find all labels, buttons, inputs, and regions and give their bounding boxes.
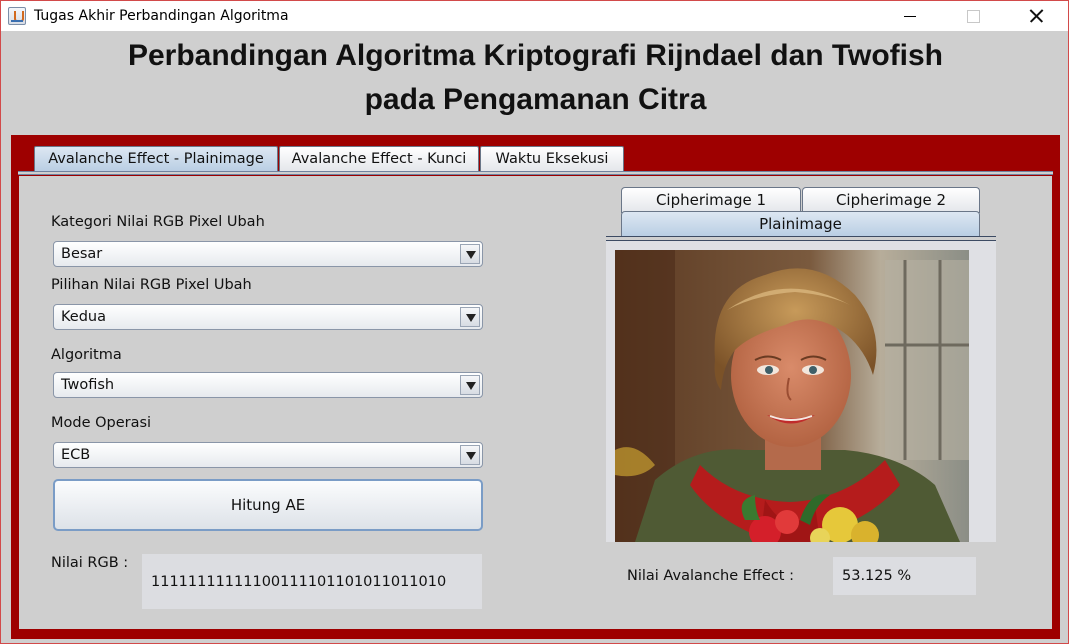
tab-cipherimage-1[interactable]: Cipherimage 1 xyxy=(621,187,801,213)
tab-waktu-eksekusi[interactable]: Waktu Eksekusi xyxy=(480,146,624,172)
title-bar: Tugas Akhir Perbandingan Algoritma xyxy=(1,1,1068,31)
mode-label: Mode Operasi xyxy=(51,415,152,431)
algoritma-label: Algoritma xyxy=(51,347,122,363)
avalanche-effect-label: Nilai Avalanche Effect : xyxy=(627,568,794,584)
page-title-line1: Perbandingan Algoritma Kriptografi Rijnd… xyxy=(127,39,944,72)
kategori-select-value: Besar xyxy=(61,246,103,262)
nilai-rgb-label: Nilai RGB : xyxy=(51,555,129,571)
pilihan-select-value: Kedua xyxy=(61,309,106,325)
chevron-down-icon[interactable] xyxy=(460,375,480,395)
minimize-button[interactable] xyxy=(887,1,933,31)
pilihan-label: Pilihan Nilai RGB Pixel Ubah xyxy=(51,277,252,293)
tab-strip-divider xyxy=(18,171,1053,175)
kategori-select[interactable]: Besar xyxy=(53,241,483,267)
algoritma-select-value: Twofish xyxy=(61,377,115,393)
plainimage-photo xyxy=(615,250,969,542)
page-title-line2: pada Pengamanan Citra xyxy=(364,83,707,116)
chevron-down-icon[interactable] xyxy=(460,307,480,327)
avalanche-effect-value[interactable]: 53.125 % xyxy=(833,557,976,595)
pilihan-select[interactable]: Kedua xyxy=(53,304,483,330)
window-title: Tugas Akhir Perbandingan Algoritma xyxy=(34,8,289,24)
nilai-rgb-field[interactable]: 11111111111100111101101011011010 xyxy=(142,554,482,609)
java-app-icon xyxy=(8,7,26,25)
mode-select[interactable]: ECB xyxy=(53,442,483,468)
tab-avalanche-plainimage[interactable]: Avalanche Effect - Plainimage xyxy=(34,146,278,172)
mode-select-value: ECB xyxy=(61,447,91,463)
hitung-ae-button[interactable]: Hitung AE xyxy=(53,479,483,531)
tab-plainimage[interactable]: Plainimage xyxy=(621,211,980,237)
chevron-down-icon[interactable] xyxy=(460,244,480,264)
maximize-button[interactable] xyxy=(950,1,996,31)
algoritma-select[interactable]: Twofish xyxy=(53,372,483,398)
kategori-label: Kategori Nilai RGB Pixel Ubah xyxy=(51,214,265,230)
app-window: Tugas Akhir Perbandingan Algoritma Perba… xyxy=(0,0,1069,644)
close-button[interactable] xyxy=(1013,1,1059,31)
tab-cipherimage-2[interactable]: Cipherimage 2 xyxy=(802,187,980,213)
chevron-down-icon[interactable] xyxy=(460,445,480,465)
tab-avalanche-kunci[interactable]: Avalanche Effect - Kunci xyxy=(279,146,479,172)
